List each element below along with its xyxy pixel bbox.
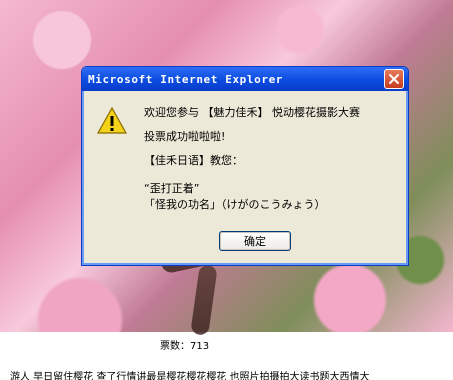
dialog-message: 欢迎您参与 【魅力佳禾】 悦动樱花摄影大赛 投票成功啦啦啦! 【佳禾日语】教您：… xyxy=(144,101,408,213)
dialog-titlebar[interactable]: Microsoft Internet Explorer xyxy=(82,67,408,91)
message-line: 欢迎您参与 【魅力佳禾】 悦动樱花摄影大赛 xyxy=(144,106,360,119)
message-line: 投票成功啦啦啦! xyxy=(144,130,226,143)
branch-shape xyxy=(190,264,218,336)
dialog-content: 欢迎您参与 【魅力佳禾】 悦动樱花摄影大赛 投票成功啦啦啦! 【佳禾日语】教您：… xyxy=(92,99,398,255)
vote-count: 票数：713 xyxy=(160,341,210,352)
close-icon xyxy=(389,74,399,84)
close-button[interactable] xyxy=(384,69,404,89)
ok-button[interactable]: 确定 xyxy=(219,231,291,251)
alert-dialog: Microsoft Internet Explorer 欢迎您参与 【魅力佳禾】… xyxy=(81,66,409,266)
message-line: “歪打正着” xyxy=(144,182,200,195)
message-line: 「怪我の功名」（けがのこうみょう） xyxy=(144,198,326,211)
footer-text: 游人 早日留住樱花 查了行情讲最是樱花樱花樱花 也照片拍摄拍大读书题大西情大 xyxy=(10,372,370,380)
warning-icon xyxy=(96,106,128,134)
dialog-title: Microsoft Internet Explorer xyxy=(88,72,284,86)
message-line: 【佳禾日语】教您： xyxy=(144,154,243,167)
